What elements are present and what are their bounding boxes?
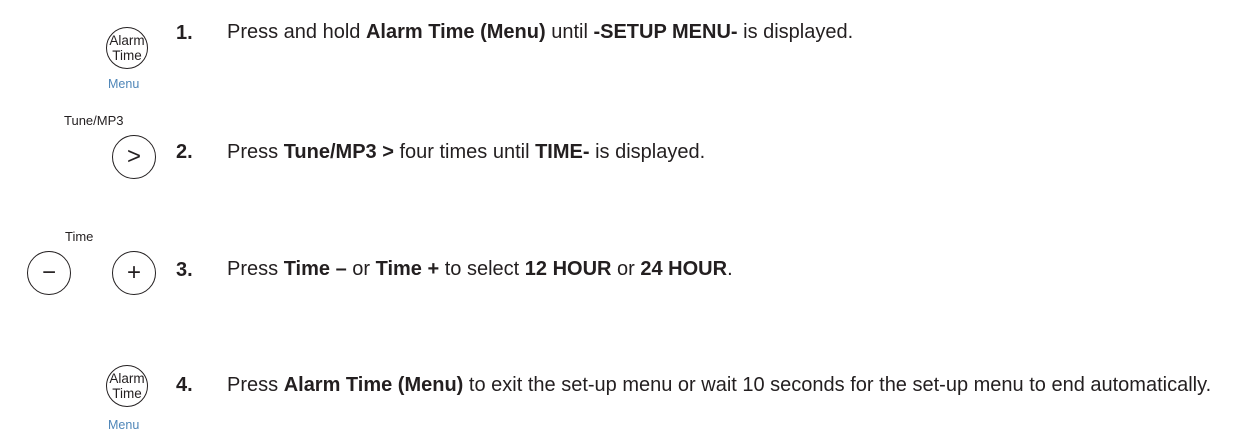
alarm-time-button-label: Alarm Time [109, 371, 145, 401]
step-instruction: Press and hold Alarm Time (Menu) until -… [227, 21, 854, 43]
time-minus-button[interactable]: − [27, 251, 71, 295]
tune-mp3-next-button[interactable]: > [112, 135, 156, 179]
step-instruction: Press Time – or Time + to select 12 HOUR… [227, 258, 733, 280]
menu-caption: Menu [108, 77, 140, 91]
step-number: 1. [176, 22, 193, 44]
tune-mp3-caption: Tune/MP3 [64, 113, 124, 128]
step-number: 3. [176, 259, 193, 281]
minus-icon: − [41, 259, 56, 286]
plus-icon: + [126, 259, 141, 286]
time-plus-button[interactable]: + [112, 251, 156, 295]
alarm-time-button[interactable]: Alarm Time [106, 365, 148, 407]
time-caption: Time [65, 229, 94, 244]
alarm-time-button-label: Alarm Time [109, 33, 145, 63]
step-instruction: Press Tune/MP3 > four times until TIME- … [227, 141, 706, 163]
menu-caption: Menu [108, 418, 140, 432]
step-instruction: Press Alarm Time (Menu) to exit the set-… [227, 374, 1212, 396]
chevron-right-icon: > [126, 143, 141, 170]
alarm-time-button[interactable]: Alarm Time [106, 27, 148, 69]
step-number: 4. [176, 374, 193, 396]
step-number: 2. [176, 141, 193, 163]
